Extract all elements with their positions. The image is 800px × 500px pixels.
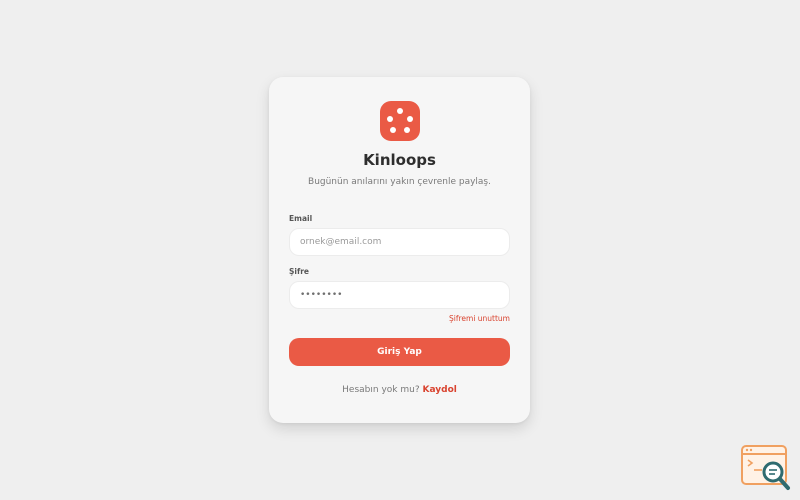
email-label: Email <box>289 214 313 223</box>
code-search-icon[interactable] <box>740 444 792 492</box>
login-card: Kinloops Bugünün anılarını yakın çevrenl… <box>269 77 530 423</box>
signup-prompt: Hesabın yok mu? Kaydol <box>269 385 530 395</box>
password-value: •••••••• <box>300 290 343 300</box>
password-field[interactable]: •••••••• <box>289 281 510 309</box>
app-tagline: Bugünün anılarını yakın çevrenle paylaş. <box>308 177 491 187</box>
signup-link[interactable]: Kaydol <box>422 385 456 395</box>
forgot-password-link[interactable]: Şifremi unuttum <box>449 314 510 323</box>
signup-prompt-text: Hesabın yok mu? <box>342 385 420 395</box>
password-label: Şifre <box>289 267 310 276</box>
email-placeholder: ornek@email.com <box>300 237 382 247</box>
dice-icon <box>380 101 420 141</box>
email-field[interactable]: ornek@email.com <box>289 228 510 256</box>
app-title: Kinloops <box>363 151 436 169</box>
login-button[interactable]: Giriş Yap <box>289 338 510 366</box>
